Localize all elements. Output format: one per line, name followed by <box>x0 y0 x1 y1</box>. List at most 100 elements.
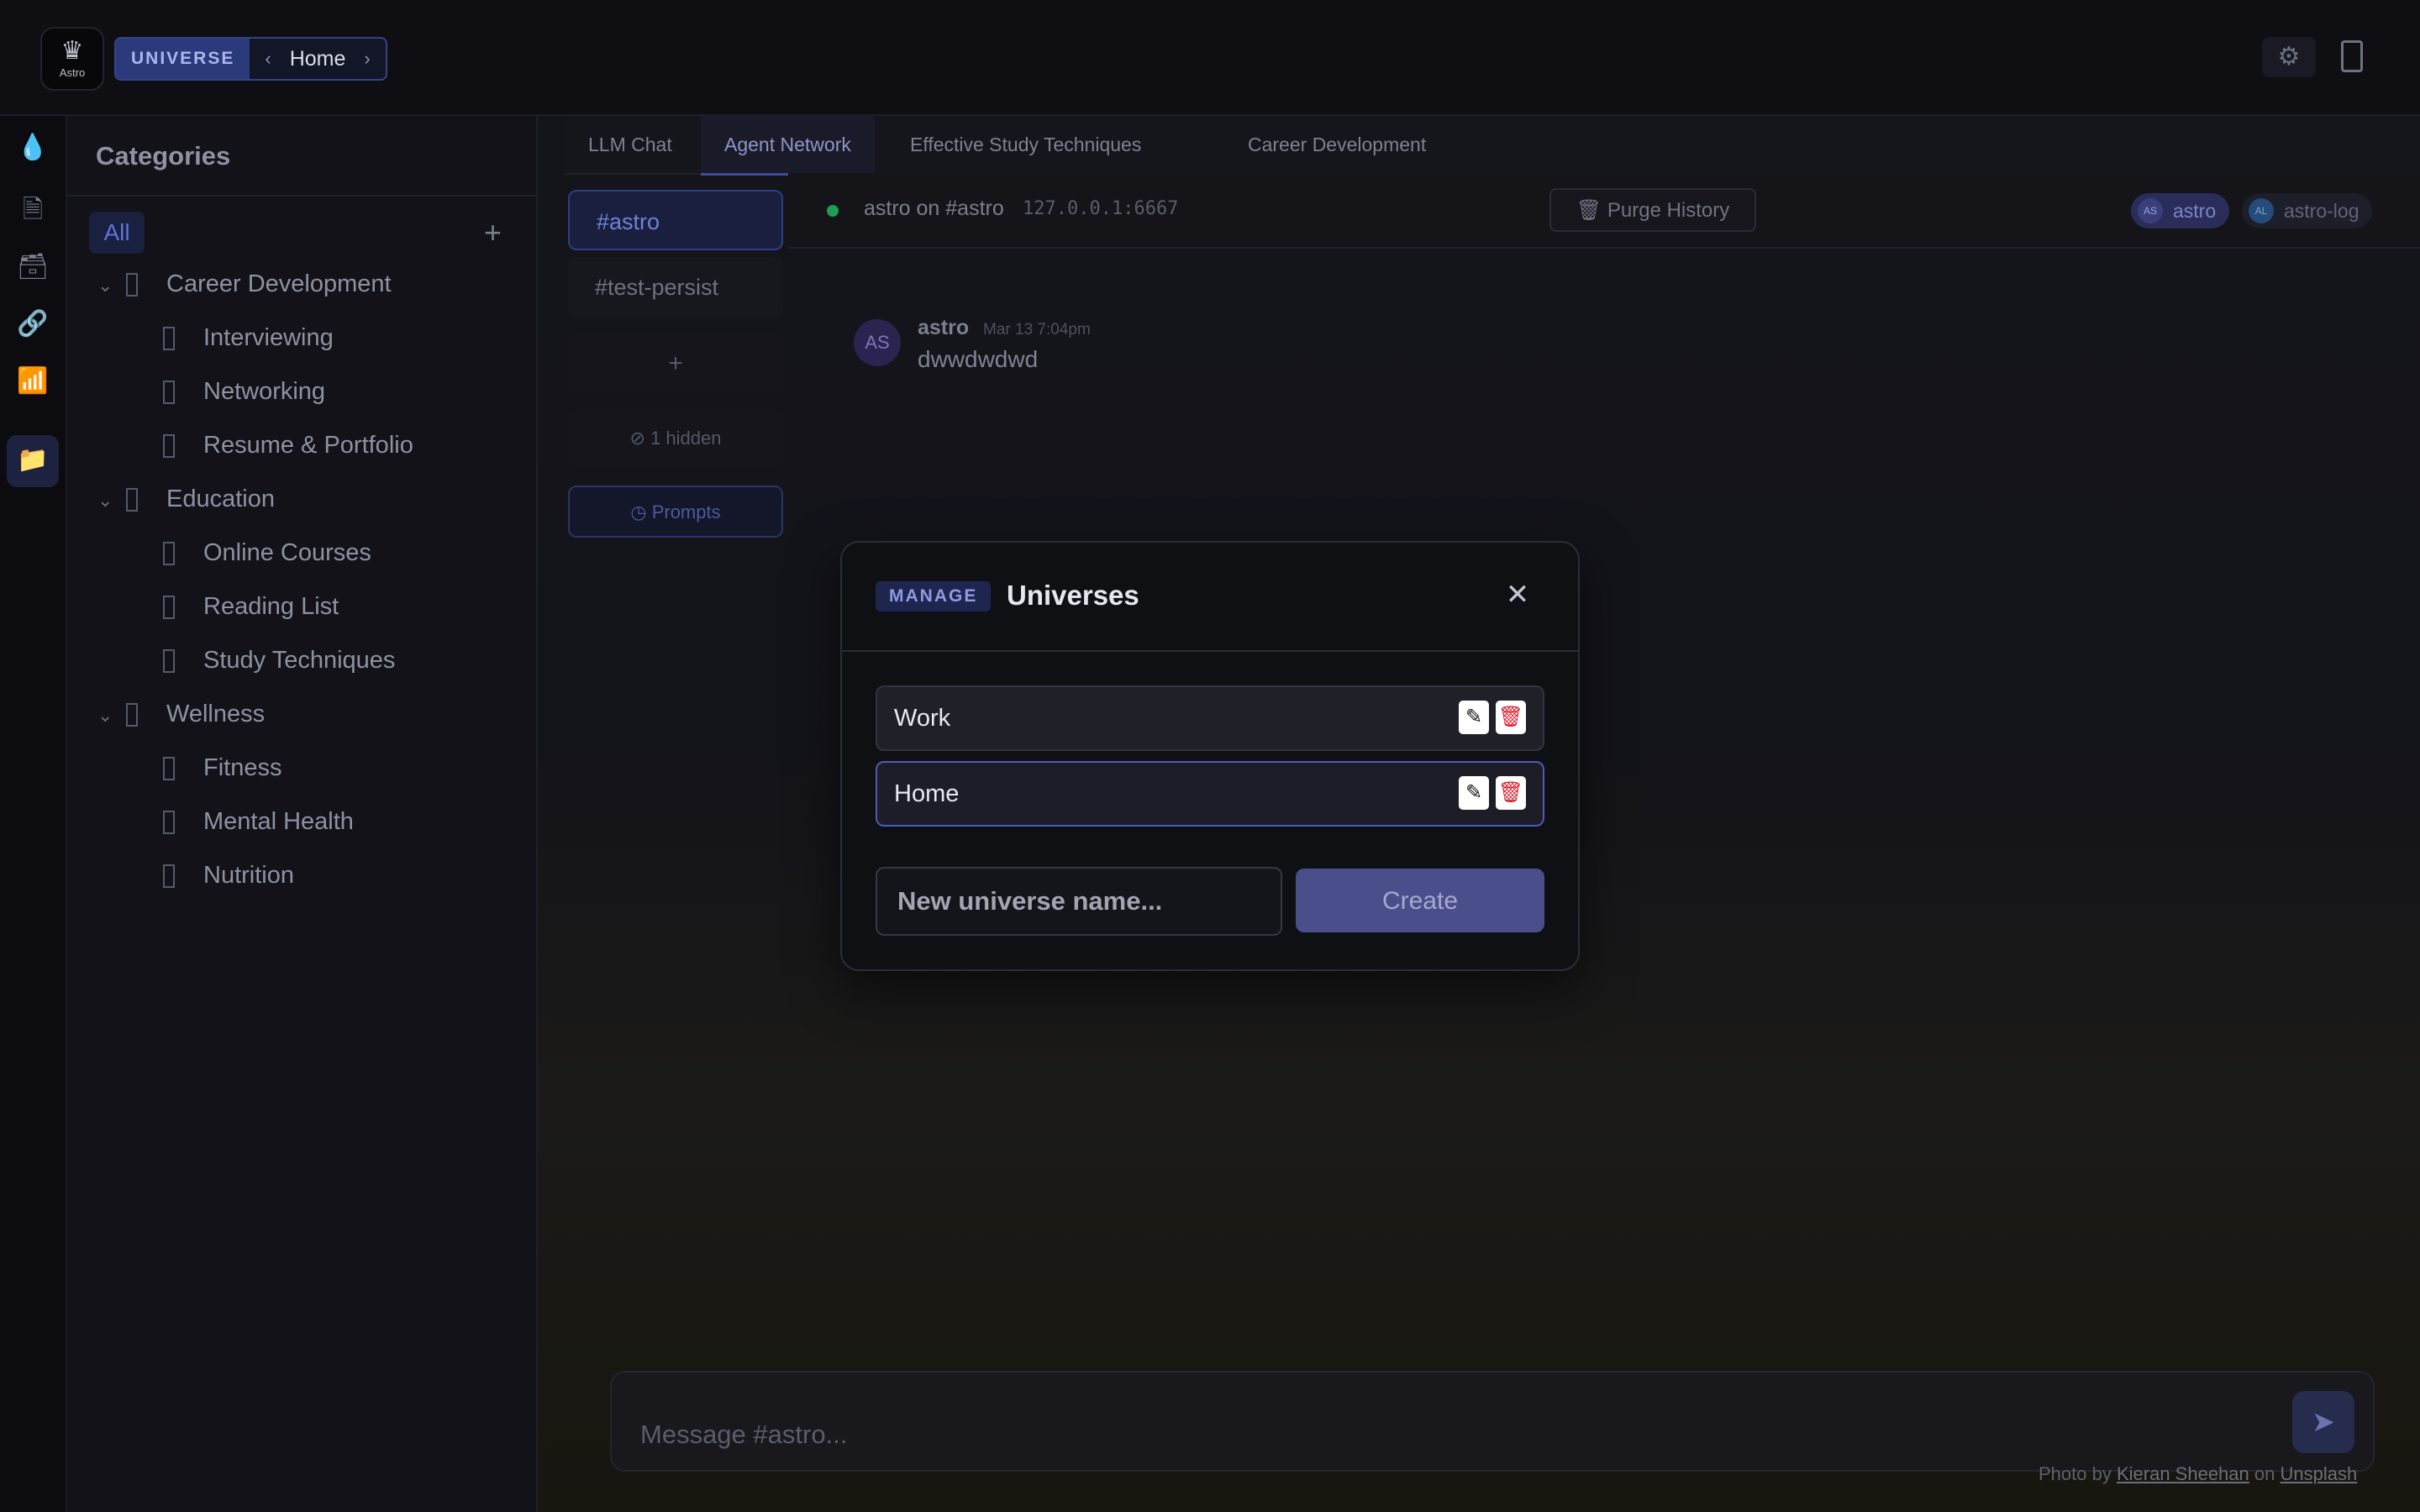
universe-name: Work <box>894 705 951 732</box>
manage-badge: MANAGE <box>876 581 992 612</box>
tab-career-development[interactable]: Career Development <box>1224 116 1449 173</box>
category-item[interactable]: Networking <box>163 378 325 406</box>
credit-prefix: Photo by <box>2039 1463 2112 1484</box>
message-composer[interactable] <box>610 1371 2375 1472</box>
create-universe-button[interactable]: Create <box>1296 869 1544 932</box>
delete-icon[interactable]: 🗑 <box>1496 701 1526 734</box>
category-icon <box>163 542 175 566</box>
category-item[interactable]: Reading List <box>163 593 339 621</box>
chevron-down-icon[interactable]: ⌄ <box>97 705 126 727</box>
purge-label: Purge History <box>1607 199 1730 222</box>
universe-breadcrumb: UNIVERSE ‹ Home › <box>114 37 387 81</box>
category-icon <box>163 327 175 351</box>
prompts-button[interactable]: ◷ Prompts <box>568 486 783 538</box>
category-icon <box>163 381 175 405</box>
category-label: Interviewing <box>203 324 334 351</box>
composer-placeholder[interactable]: Message #astro... <box>640 1420 847 1450</box>
settings-gear-icon[interactable]: ⚙ <box>2262 37 2316 77</box>
tab-llm-chat[interactable]: LLM Chat <box>565 116 696 173</box>
message-text: dwwdwdwd <box>918 346 1039 372</box>
category-label: Education <box>166 486 275 512</box>
online-status-dot <box>827 205 839 217</box>
category-icon <box>163 434 175 459</box>
credit-site-link[interactable]: Unsplash <box>2281 1463 2358 1484</box>
universe-name: Home <box>894 780 960 807</box>
hidden-channels-toggle[interactable]: ⊘ 1 hidden <box>568 412 783 465</box>
category-icon <box>163 757 175 781</box>
user-chip-astro[interactable]: AS astro <box>2131 193 2230 228</box>
channel-astro[interactable]: #astro <box>568 190 783 250</box>
hidden-count: 1 hidden <box>650 428 722 449</box>
server-address: 127.0.0.1:6667 <box>1023 198 1179 219</box>
category-item[interactable]: Interviewing <box>163 324 334 352</box>
modal-divider <box>842 650 1578 652</box>
category-icon <box>163 864 175 889</box>
credit-on: on <box>2254 1463 2275 1484</box>
category-icon <box>126 273 138 297</box>
channel-test-persist[interactable]: #test-persist <box>568 257 783 318</box>
archive-icon[interactable]: 🗃 <box>16 250 50 284</box>
category-item[interactable]: Online Courses <box>163 539 371 567</box>
category-group[interactable]: ⌄ Education <box>97 486 275 513</box>
modal-title: Universes <box>1007 580 1139 611</box>
link-icon[interactable]: 🔗 <box>16 307 50 341</box>
category-icon <box>126 488 138 512</box>
category-label: Study Techniques <box>203 647 396 674</box>
universe-badge[interactable]: UNIVERSE <box>116 39 250 79</box>
category-label: Networking <box>203 378 326 405</box>
chevron-down-icon[interactable]: ⌄ <box>97 490 126 512</box>
edit-icon[interactable]: ✎ <box>1459 776 1489 810</box>
chip-name: astro-log <box>2284 200 2360 222</box>
category-label: Online Courses <box>203 539 371 566</box>
chevron-right-icon[interactable]: › <box>349 48 385 70</box>
tab-agent-network[interactable]: Agent Network <box>701 116 875 176</box>
user-chip-astro-log[interactable]: AL astro-log <box>2242 193 2373 228</box>
eye-off-icon: ⊘ <box>629 428 651 449</box>
app-logo[interactable]: ♛ Astro <box>40 27 104 91</box>
categories-title: Categories <box>96 141 231 171</box>
category-group[interactable]: ⌄ Career Development <box>97 270 392 298</box>
category-item[interactable]: Fitness <box>163 754 281 782</box>
new-universe-input[interactable] <box>876 867 1282 936</box>
category-item[interactable]: Resume & Portfolio <box>163 432 413 459</box>
astro-logo-icon: ♛ <box>60 37 84 65</box>
rss-icon[interactable]: 📶 <box>16 365 50 398</box>
prompts-label: Prompts <box>651 501 721 522</box>
edit-icon[interactable]: ✎ <box>1459 701 1489 734</box>
category-icon <box>163 649 175 674</box>
chip-name: astro <box>2173 200 2217 222</box>
category-group[interactable]: ⌄ Wellness <box>97 701 265 728</box>
category-item[interactable]: Mental Health <box>163 808 354 836</box>
add-category-icon[interactable]: + <box>484 215 502 250</box>
category-item[interactable]: Nutrition <box>163 862 294 890</box>
delete-icon[interactable]: 🗑 <box>1496 776 1526 810</box>
category-label: Resume & Portfolio <box>203 432 413 459</box>
universe-row-work[interactable]: Work ✎ 🗑 <box>876 685 1544 751</box>
tab-effective-study-techniques[interactable]: Effective Study Techniques <box>886 116 1165 173</box>
close-icon[interactable]: ✕ <box>1501 578 1534 612</box>
category-label: Fitness <box>203 754 282 781</box>
clock-icon: ◷ <box>630 501 652 522</box>
drop-icon[interactable]: 💧 <box>16 131 50 165</box>
trash-icon: 🗑 <box>1576 199 1607 222</box>
credit-author-link[interactable]: Kieran Sheehan <box>2117 1463 2249 1484</box>
document-icon[interactable]: 🗎 <box>16 193 50 227</box>
category-all[interactable]: All <box>89 212 145 254</box>
mobile-device-icon[interactable] <box>2341 40 2365 74</box>
chevron-left-icon[interactable]: ‹ <box>250 48 286 70</box>
photo-credit: Photo by Kieran Sheehan on Unsplash <box>2039 1463 2357 1485</box>
folder-icon[interactable]: 📁 <box>16 444 50 477</box>
category-label: Reading List <box>203 593 339 620</box>
universe-row-home[interactable]: Home ✎ 🗑 <box>876 761 1544 827</box>
category-label: Mental Health <box>203 808 354 835</box>
current-universe-label[interactable]: Home <box>287 47 350 71</box>
message-avatar: AS <box>854 319 901 366</box>
category-icon <box>163 596 175 620</box>
category-item[interactable]: Study Techniques <box>163 647 395 675</box>
category-label: Career Development <box>166 270 392 297</box>
chevron-down-icon[interactable]: ⌄ <box>97 275 126 297</box>
purge-history-button[interactable]: 🗑 Purge History <box>1549 188 1756 232</box>
send-icon[interactable]: ➤ <box>2292 1391 2354 1453</box>
category-label: Wellness <box>166 701 266 727</box>
add-channel-button[interactable]: + <box>568 334 783 393</box>
